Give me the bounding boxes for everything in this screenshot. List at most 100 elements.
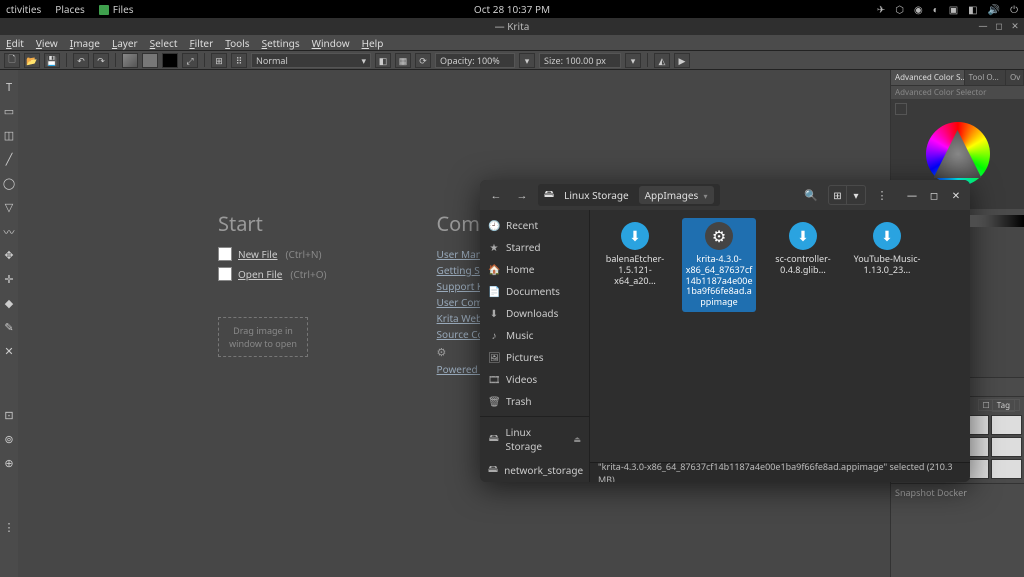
brush-preset[interactable] <box>991 437 1022 457</box>
opacity-dropdown-icon[interactable]: ▾ <box>519 53 535 68</box>
zoom-tool-icon[interactable]: ⊚ <box>2 432 16 446</box>
dropzone[interactable]: Drag image in window to open <box>218 317 308 357</box>
line-tool-icon[interactable]: ╱ <box>2 152 16 166</box>
fgbg-swap-icon[interactable]: ⤢ <box>182 53 198 68</box>
mirror-v-icon[interactable]: ▶ <box>674 53 690 68</box>
menu-filter[interactable]: Filter <box>189 36 213 50</box>
forward-button[interactable]: → <box>512 185 532 205</box>
menu-image[interactable]: Image <box>70 36 100 50</box>
menu-view[interactable]: View <box>36 36 58 50</box>
places-menu[interactable]: Places <box>55 2 84 16</box>
file-item[interactable]: ⬇balenaEtcher-1.5.121-x64_a20... <box>598 218 672 290</box>
fg-color-icon[interactable] <box>162 53 178 68</box>
sidebar-item-documents[interactable]: 📄Documents <box>480 280 589 302</box>
sidebar-item-network-storage[interactable]: 🖴network_storage⏏ <box>480 457 589 482</box>
reference-tool-icon[interactable]: ⊡ <box>2 408 16 422</box>
eraser-icon[interactable]: ◧ <box>375 53 391 68</box>
alpha-lock-icon[interactable]: ▦ <box>395 53 411 68</box>
sidebar-item-home[interactable]: 🏠Home <box>480 258 589 280</box>
sidebar-item-linux-storage[interactable]: 🖴Linux Storage⏏ <box>480 421 589 457</box>
clock[interactable]: Oct 28 10:37 PM <box>474 2 550 16</box>
close-button[interactable]: ✕ <box>1010 21 1020 31</box>
gradient-tool-icon[interactable]: ▭ <box>2 104 16 118</box>
fm-maximize-button[interactable]: ◻ <box>926 187 942 203</box>
search-button[interactable]: 🔍 <box>800 185 822 205</box>
tab-tool-options[interactable]: Tool O... <box>965 70 1006 85</box>
tray-volume-icon[interactable]: 🔊 <box>988 2 1000 16</box>
sidebar-item-pictures[interactable]: 🖼Pictures <box>480 346 589 368</box>
brush-settings-icon[interactable]: ⠿ <box>231 53 247 68</box>
save-doc-icon[interactable]: 💾 <box>44 53 60 68</box>
brush-preset[interactable] <box>991 459 1022 479</box>
tag-button[interactable]: ☐ Tag <box>978 399 1020 411</box>
maximize-button[interactable]: ◻ <box>994 21 1004 31</box>
handle-icon[interactable]: ⋮ <box>2 520 16 534</box>
sidebar-item-downloads[interactable]: ⬇Downloads <box>480 302 589 324</box>
open-file-link[interactable]: Open File(Ctrl+O) <box>218 267 327 281</box>
crumb-current[interactable]: AppImages ▾ <box>639 186 714 204</box>
menu-select[interactable]: Select <box>150 36 178 50</box>
text-tool-icon[interactable]: T <box>2 80 16 94</box>
file-item[interactable]: ⚙krita-4.3.0-x86_64_87637cf14b1187a4e00e… <box>682 218 756 312</box>
opacity-slider[interactable]: Opacity: 100% <box>435 53 515 68</box>
brush-preset-icon[interactable]: ⊞ <box>211 53 227 68</box>
new-doc-icon[interactable]: 🗋 <box>4 53 20 68</box>
tray-dropbox-icon[interactable]: ⬡ <box>895 2 904 16</box>
menu-settings[interactable]: Settings <box>262 36 300 50</box>
crop-tool-icon[interactable]: ✛ <box>2 272 16 286</box>
mirror-h-icon[interactable]: ◭ <box>654 53 670 68</box>
size-dropdown-icon[interactable]: ▾ <box>625 53 641 68</box>
menu-layer[interactable]: Layer <box>112 36 138 50</box>
gradient-swatch-icon[interactable] <box>122 53 138 68</box>
color-wheel-icon[interactable] <box>926 122 990 186</box>
pattern-swatch-icon[interactable] <box>142 53 158 68</box>
pan-tool-icon[interactable]: ⊕ <box>2 456 16 470</box>
fm-close-button[interactable]: ✕ <box>948 187 964 203</box>
blend-mode-select[interactable]: Normal▾ <box>251 53 371 68</box>
bezier-tool-icon[interactable]: 〰 <box>2 224 16 238</box>
polygon-tool-icon[interactable]: ▽ <box>2 200 16 214</box>
fill-tool-icon[interactable]: ◆ <box>2 296 16 310</box>
tray-app-icon[interactable]: ◐ <box>933 2 939 16</box>
picker-tool-icon[interactable]: ✎ <box>2 320 16 334</box>
undo-icon[interactable]: ↶ <box>73 53 89 68</box>
crumb-root[interactable]: Linux Storage <box>558 186 635 204</box>
back-button[interactable]: ← <box>486 185 506 205</box>
sidebar-item-videos[interactable]: 🎞Videos <box>480 368 589 390</box>
hamburger-menu[interactable]: ⋮ <box>872 185 892 205</box>
grid-view-button[interactable]: ⊞ <box>829 186 847 204</box>
activities-button[interactable]: ctivities <box>6 2 41 16</box>
sidebar-item-recent[interactable]: 🕘Recent <box>480 214 589 236</box>
pathbar[interactable]: 🖴 Linux Storage AppImages ▾ <box>538 184 720 206</box>
fm-minimize-button[interactable]: — <box>904 187 920 203</box>
reload-icon[interactable]: ⟳ <box>415 53 431 68</box>
sidebar-item-music[interactable]: ♪Music <box>480 324 589 346</box>
minimize-button[interactable]: — <box>978 21 988 31</box>
menu-help[interactable]: Help <box>362 36 384 50</box>
tray-power-icon[interactable]: ⏻ <box>1010 2 1018 16</box>
redo-icon[interactable]: ↷ <box>93 53 109 68</box>
new-file-link[interactable]: New File(Ctrl+N) <box>218 247 327 261</box>
open-doc-icon[interactable]: 📂 <box>24 53 40 68</box>
files-menu[interactable]: Files <box>99 2 134 16</box>
file-item[interactable]: ⬇YouTube-Music-1.13.0_23... <box>850 218 924 280</box>
move-tool-icon[interactable]: ✥ <box>2 248 16 262</box>
tab-overview[interactable]: Ov <box>1006 70 1024 85</box>
assistant-tool-icon[interactable]: ✕ <box>2 344 16 358</box>
view-options-button[interactable]: ▾ <box>847 186 865 204</box>
menu-edit[interactable]: Edit <box>6 36 24 50</box>
tray-discord-icon[interactable]: ◉ <box>914 2 923 16</box>
tray-telegram-icon[interactable]: ✈ <box>877 2 885 16</box>
brush-preset[interactable] <box>991 415 1022 435</box>
tray-desktop-icon[interactable]: ◧ <box>968 2 977 16</box>
sidebar-item-trash[interactable]: 🗑Trash <box>480 390 589 412</box>
eject-icon[interactable]: ⏏ <box>573 434 581 445</box>
tab-color-selector[interactable]: Advanced Color S... <box>891 70 965 85</box>
tray-workspace-icon[interactable]: ▣ <box>949 2 958 16</box>
sidebar-item-starred[interactable]: ★Starred <box>480 236 589 258</box>
ellipse-tool-icon[interactable]: ◯ <box>2 176 16 190</box>
menu-tools[interactable]: Tools <box>225 36 249 50</box>
pattern-tool-icon[interactable]: ◫ <box>2 128 16 142</box>
file-item[interactable]: ⬇sc-controller-0.4.8.glib... <box>766 218 840 280</box>
size-slider[interactable]: Size: 100.00 px <box>539 53 621 68</box>
